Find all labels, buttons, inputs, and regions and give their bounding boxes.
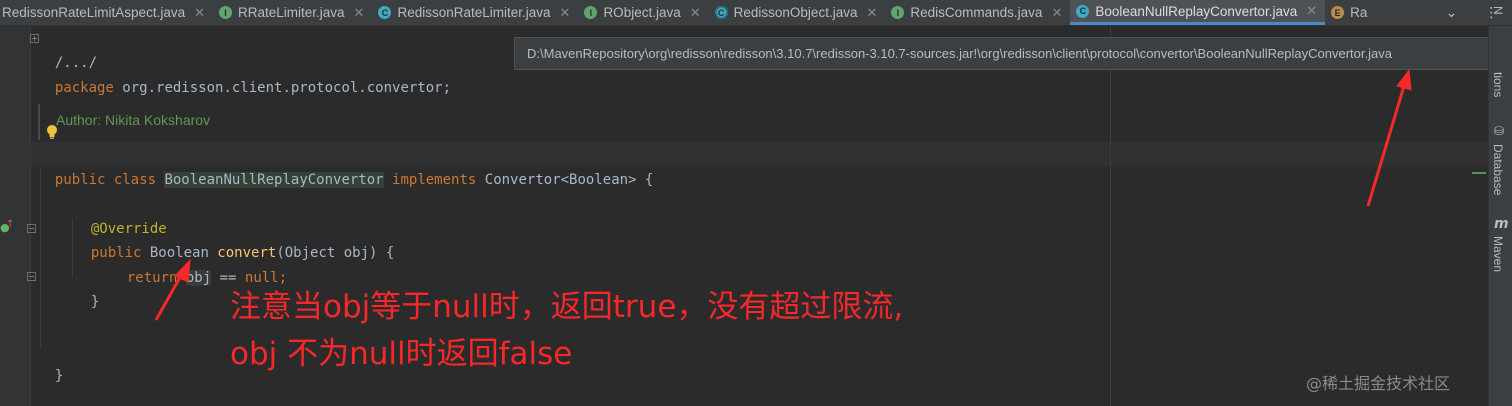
code-line-close-class: } [38,340,63,384]
tab-redisson-object[interactable]: C RedissonObject.java ✕ [709,0,886,25]
watermark: @稀土掘金技术社区 [1306,374,1451,393]
close-icon[interactable]: ✕ [1306,3,1317,19]
fold-toggle-icon[interactable]: − [27,272,36,281]
interface-icon: I [219,6,232,19]
class-name: BooleanNullReplayConvertor [164,172,384,188]
code-line-package: package org.redisson.client.protocol.con… [38,52,451,96]
tab-redisson-rate-limit-aspect[interactable]: RedissonRateLimitAspect.java ✕ [0,0,213,25]
maven-label: Maven [1491,236,1505,273]
close-icon[interactable]: ✕ [354,5,365,21]
method-params: (Object obj) { [276,245,395,261]
indent-guide [72,218,73,278]
tab-label: RedissonRateLimiter.java [397,5,551,20]
operator-equals: == [211,270,245,286]
enum-icon: E [1331,6,1345,19]
tab-label: RedissonObject.java [733,5,858,20]
tab-label: RObject.java [603,5,681,20]
tool-window-database[interactable]: Database [1491,144,1505,195]
code-line-override: @Override [74,193,167,237]
code-line-return: return obj == null; [110,242,287,286]
notifications-label-prefix: N [1491,6,1505,15]
indent-guide [40,168,41,348]
keyword-implements: implements [383,172,485,188]
tool-window-maven[interactable]: Maven [1491,236,1505,272]
doc-comment-bar [38,104,40,140]
tab-redisson-rate-limiter[interactable]: C RedissonRateLimiter.java ✕ [372,0,578,25]
doc-author: Author: Nikita Koksharov [56,112,211,128]
tab-label: RedisCommands.java [910,5,1043,20]
interface-icon: I [891,6,905,19]
tab-ra[interactable]: E Ra [1325,0,1375,25]
class-icon: C [378,6,392,19]
database-label: Database [1491,144,1505,196]
closing-brace: } [54,368,64,384]
annotation-line-1: 注意当obj等于null时，返回true，没有超过限流, [230,289,904,325]
keyword-return: return [126,270,178,286]
tab-redis-commands[interactable]: I RedisCommands.java ✕ [885,0,1070,25]
tab-label: RedissonRateLimitAspect.java [2,5,186,20]
abstract-class-icon: C [714,6,728,19]
close-icon[interactable]: ✕ [866,5,877,21]
tab-boolean-null-replay-convertor[interactable]: C BooleanNullReplayConvertor.java ✕ [1070,0,1326,25]
code-line-class-decl: public class BooleanNullReplayConvertor … [38,144,653,188]
database-icon[interactable]: ⛁ [1494,124,1504,138]
close-icon[interactable]: ✕ [560,5,571,21]
code-line-close-method: } [74,266,99,310]
tab-rratelimiter[interactable]: I RRateLimiter.java ✕ [213,0,372,25]
tool-window-notifications-label[interactable]: tions [1491,72,1505,97]
closing-brace: } [90,294,100,310]
close-icon[interactable]: ✕ [690,5,701,21]
tool-window-notifications[interactable]: N [1491,6,1505,15]
keyword-class: class [105,172,165,188]
file-path-tooltip: D:\MavenRepository\org\redisson\redisson… [514,37,1509,70]
editor-tab-bar: RedissonRateLimitAspect.java ✕ I RRateLi… [0,0,1512,26]
maven-icon[interactable]: m [1494,216,1509,232]
interface-icon: I [584,6,598,19]
close-icon[interactable]: ✕ [194,5,205,21]
code-line-fold-comment: /.../ [38,27,97,71]
override-arrow-icon: ↑ [6,219,15,230]
semicolon: ; [278,270,288,286]
implements-type: Convertor<Boolean> { [484,172,654,188]
code-line-method-decl: public Boolean convert(Object obj) { [74,217,394,261]
scroll-marker [1472,172,1486,174]
annotation-line-2: obj 不为null时返回false [230,336,573,372]
right-margin-guide [1110,26,1111,406]
line-gutter [0,26,31,406]
fold-toggle-icon[interactable]: − [27,224,36,233]
tab-label: RRateLimiter.java [238,5,345,20]
tab-robject[interactable]: I RObject.java ✕ [578,0,708,25]
lightbulb-icon[interactable] [46,124,58,140]
notifications-label: tions [1491,72,1505,98]
chevron-down-icon[interactable]: ⌄ [1446,5,1458,21]
keyword-null: null [244,270,279,286]
variable-obj: obj [185,270,212,286]
tab-label: BooleanNullReplayConvertor.java [1095,3,1298,19]
keyword-package: package [54,80,114,96]
keyword-public: public [54,172,106,188]
class-icon: C [1076,4,1090,18]
close-icon[interactable]: ✕ [1051,5,1062,21]
package-name: org.redisson.client.protocol.convertor; [113,80,452,96]
tab-label: Ra [1350,5,1368,20]
